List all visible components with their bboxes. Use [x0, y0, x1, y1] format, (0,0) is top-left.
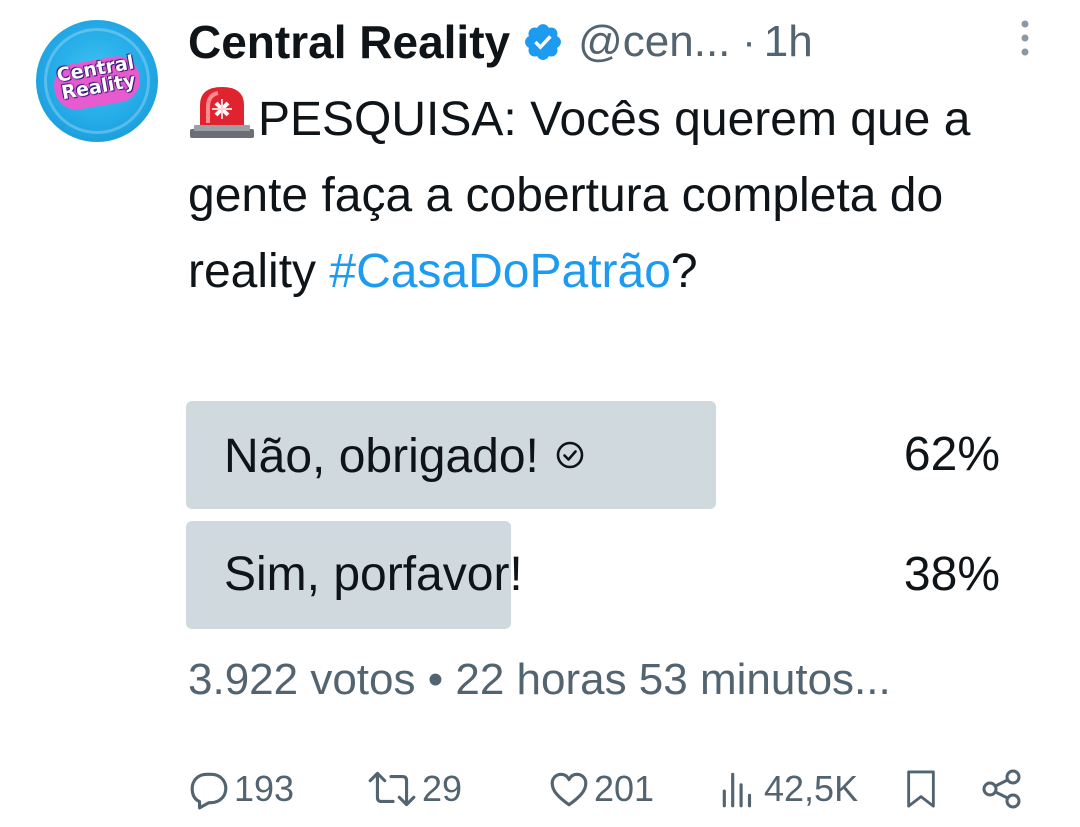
repost-button[interactable]: 29 [366, 760, 462, 818]
siren-emoji-icon [188, 83, 256, 139]
header-separator: · [742, 19, 756, 64]
tweet-timestamp[interactable]: 1h [764, 17, 813, 67]
reply-button[interactable]: 193 [188, 760, 294, 818]
repost-icon [366, 768, 418, 810]
tweet-text: PESQUISA: Vocês querem que a gente faça … [188, 82, 1028, 310]
verified-badge-icon [522, 21, 564, 63]
share-icon [980, 767, 1024, 811]
poll-option-percent: 62% [903, 428, 1000, 481]
share-button[interactable] [980, 760, 1024, 818]
poll-option-label: Sim, porfavor! [224, 548, 523, 601]
like-button[interactable]: 201 [548, 760, 654, 818]
author-name[interactable]: Central Reality [188, 15, 510, 69]
reply-count: 193 [234, 768, 295, 809]
poll-option-label: Não, obrigado! [224, 401, 585, 509]
check-circle-icon [555, 401, 585, 469]
repost-count: 29 [422, 768, 463, 809]
poll-meta: 3.922 votos • 22 horas 53 minutos... [188, 655, 891, 704]
more-vertical-icon[interactable] [1018, 18, 1032, 58]
heart-icon [548, 768, 590, 810]
reply-icon [188, 768, 230, 810]
tweet-body-end: ? [670, 245, 698, 298]
action-bar: 193 29 201 42,5K [188, 760, 1038, 818]
avatar[interactable]: Central Reality [36, 20, 158, 142]
hashtag-link[interactable]: #CasaDoPatrão [329, 245, 671, 298]
views-button[interactable]: 42,5K [718, 760, 858, 818]
poll-option: Sim, porfavor! 38% [186, 521, 1006, 629]
bookmark-button[interactable] [902, 760, 940, 818]
author-handle[interactable]: @cen... [578, 17, 730, 67]
bookmark-icon [902, 767, 940, 811]
poll-option-percent: 38% [903, 548, 1000, 601]
views-count: 42,5K [764, 768, 859, 809]
views-icon [718, 768, 760, 810]
tweet-header: Central Reality @cen... · 1h [188, 12, 1060, 72]
like-count: 201 [594, 768, 655, 809]
poll-option: Não, obrigado! 62% [186, 401, 1006, 509]
